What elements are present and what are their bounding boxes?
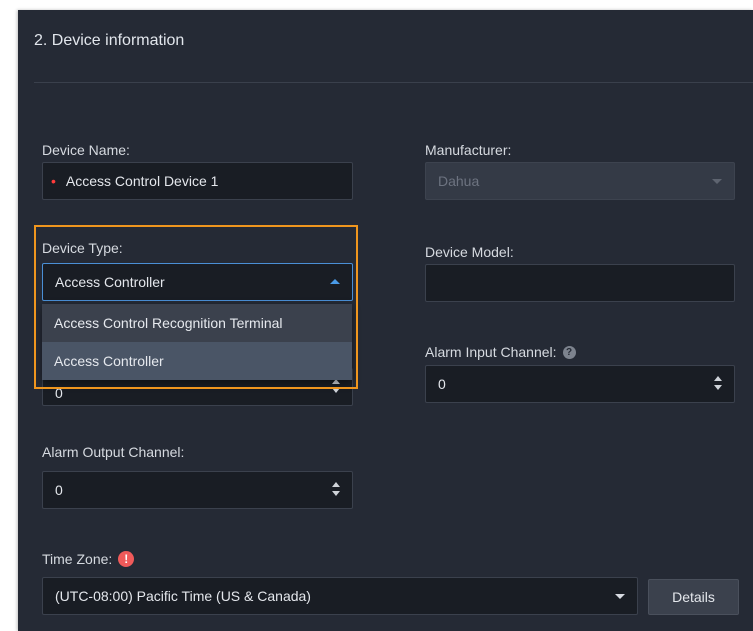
channel-value: 0 <box>55 385 63 401</box>
device-type-dropdown: Access Control Recognition Terminal Acce… <box>42 304 352 380</box>
manufacturer-value: Dahua <box>438 173 480 189</box>
details-button[interactable]: Details <box>648 579 739 615</box>
alarm-input-channel-value: 0 <box>438 376 446 392</box>
device-type-value: Access Controller <box>55 274 165 290</box>
chevron-down-icon <box>615 594 625 599</box>
alarm-output-channel-stepper[interactable]: 0 <box>42 471 353 509</box>
device-model-input[interactable] <box>425 264 735 302</box>
time-zone-select[interactable]: (UTC-08:00) Pacific Time (US & Canada) <box>42 577 638 615</box>
alarm-input-channel-label: Alarm Input Channel: ? <box>425 344 576 360</box>
alarm-input-channel-stepper[interactable]: 0 <box>425 365 735 403</box>
stepper-arrows-icon[interactable] <box>332 482 342 498</box>
required-mark: • <box>51 173 56 189</box>
device-type-select[interactable]: Access Controller <box>42 263 353 301</box>
manufacturer-select: Dahua <box>425 162 735 200</box>
chevron-down-icon <box>712 179 722 184</box>
warning-icon: ! <box>118 551 135 567</box>
device-name-input[interactable]: • Access Control Device 1 <box>42 162 353 200</box>
device-model-label: Device Model: <box>425 244 514 260</box>
stepper-arrows-icon[interactable] <box>714 376 724 392</box>
alarm-output-channel-label: Alarm Output Channel: <box>42 444 185 460</box>
device-type-option-selected[interactable]: Access Controller <box>42 342 352 380</box>
help-icon[interactable]: ? <box>562 345 576 359</box>
device-type-label: Device Type: <box>42 240 123 256</box>
time-zone-label: Time Zone: ! <box>42 551 135 567</box>
stepper-arrows-icon[interactable] <box>332 379 342 395</box>
section-title: 2. Device information <box>34 32 185 49</box>
device-name-value: Access Control Device 1 <box>65 173 219 189</box>
manufacturer-label: Manufacturer: <box>425 142 512 158</box>
time-zone-value: (UTC-08:00) Pacific Time (US & Canada) <box>55 588 311 604</box>
alarm-output-channel-value: 0 <box>55 482 63 498</box>
device-name-label: Device Name: <box>42 142 130 158</box>
chevron-up-icon <box>330 279 340 284</box>
device-type-option[interactable]: Access Control Recognition Terminal <box>42 304 352 342</box>
section-divider <box>34 82 753 83</box>
